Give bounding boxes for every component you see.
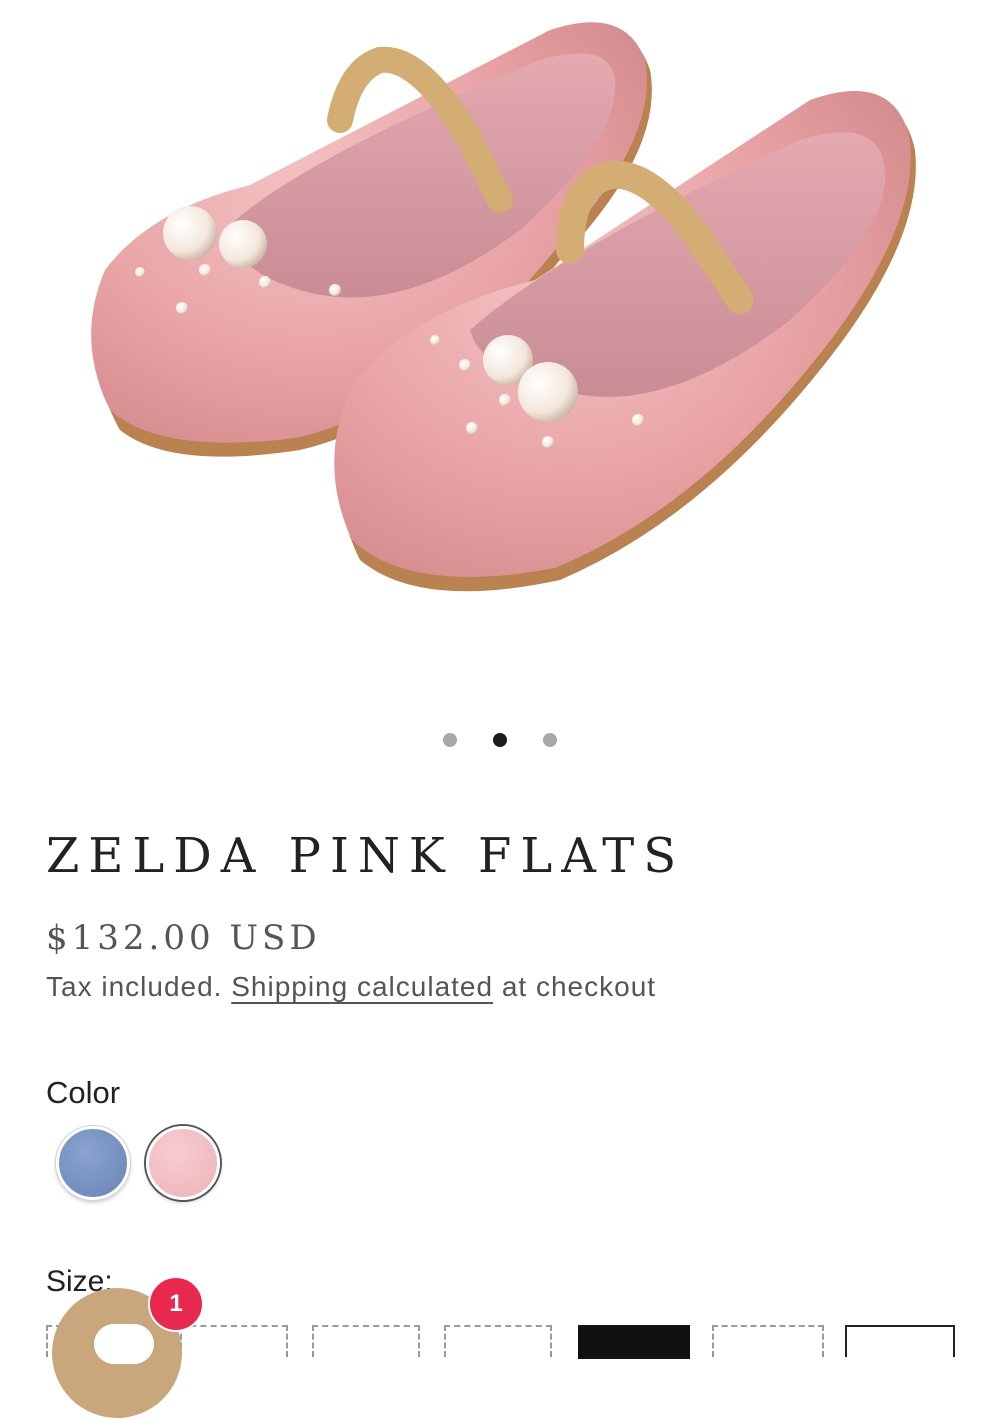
product-image-gallery[interactable] [0, 0, 1000, 700]
size-option-2[interactable] [180, 1325, 288, 1357]
color-label: Color [46, 1075, 121, 1110]
gallery-dot-1[interactable] [443, 733, 457, 747]
product-price: $132.00 USD [46, 918, 321, 958]
tax-shipping-note: Tax included. Shipping calculated at che… [46, 971, 656, 1003]
size-option-3[interactable] [312, 1325, 420, 1357]
chat-notification-badge: 1 [148, 1276, 204, 1332]
tax-prefix: Tax included. [46, 971, 223, 1002]
size-option-6[interactable] [712, 1325, 824, 1357]
size-option-5[interactable] [578, 1325, 690, 1359]
chat-bubble-icon [94, 1324, 154, 1364]
color-swatch-pink[interactable] [146, 1126, 220, 1200]
product-title: ZELDA PINK FLATS [46, 828, 686, 884]
tax-suffix: at checkout [501, 971, 657, 1002]
size-option-4[interactable] [444, 1325, 552, 1357]
gallery-dot-2[interactable] [493, 733, 507, 747]
gallery-pagination [0, 733, 1000, 749]
size-option-7[interactable] [845, 1325, 955, 1357]
gallery-dot-3[interactable] [543, 733, 557, 747]
product-image [91, 22, 916, 592]
color-swatch-blue[interactable] [56, 1126, 130, 1200]
shipping-policy-link[interactable]: Shipping calculated [231, 971, 493, 1002]
